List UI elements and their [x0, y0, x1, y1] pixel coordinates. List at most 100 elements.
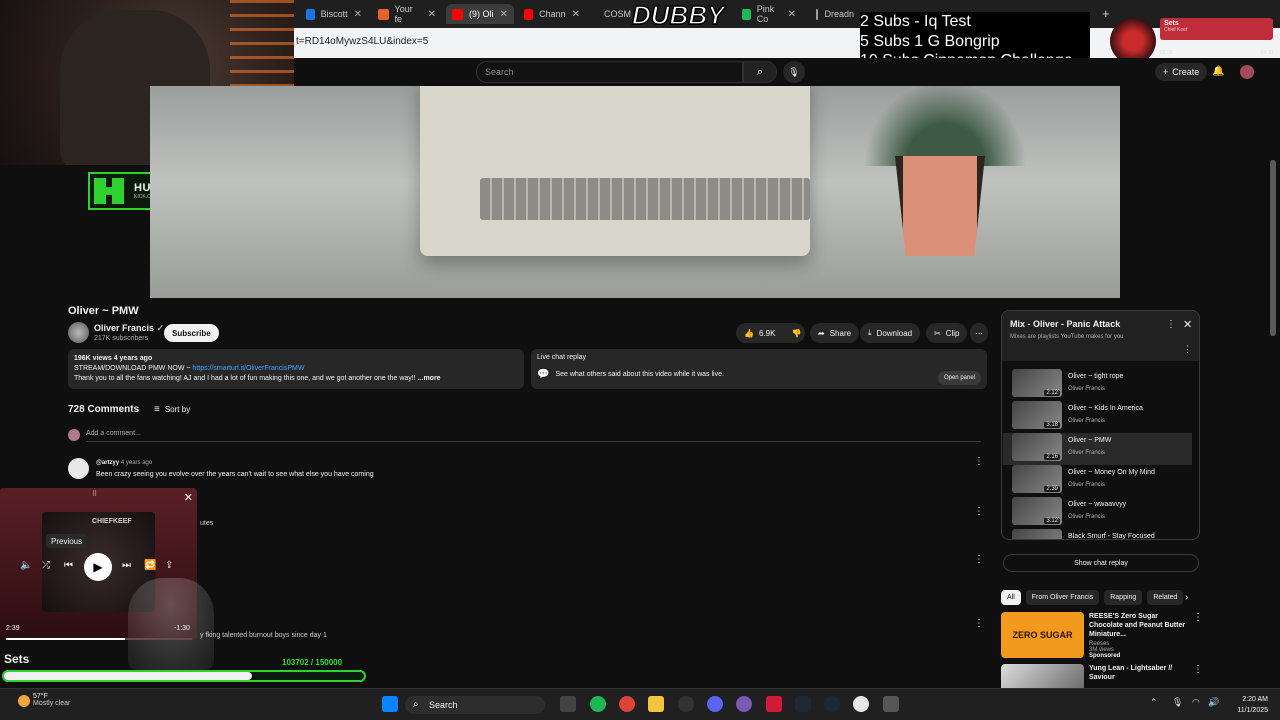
taskview-icon[interactable]	[560, 696, 576, 712]
close-icon[interactable]: ✕	[354, 9, 362, 20]
share-icon[interactable]: ⇪	[165, 560, 173, 571]
thumbs-up-icon[interactable]: 👍	[744, 329, 754, 338]
app-icon[interactable]	[795, 696, 811, 712]
wifi-icon[interactable]: ◠	[1192, 697, 1200, 708]
tab-cosm[interactable]: COSM	[592, 4, 632, 24]
page-scrollbar[interactable]	[1270, 160, 1276, 336]
notification-bell-icon[interactable]: 🔔	[1212, 66, 1224, 77]
itunes-icon[interactable]	[853, 696, 869, 712]
play-button[interactable]: ▶	[84, 553, 112, 581]
download-button[interactable]: ⤓ Download	[860, 323, 921, 343]
windows-start-icon[interactable]	[382, 696, 398, 712]
share-button[interactable]: ➦ Share	[810, 323, 860, 343]
weather-widget[interactable]: 57°F Mostly clear	[16, 693, 70, 707]
playlist-item[interactable]: 3:18 Oliver ~ Kids In America Oliver Franc…	[1012, 401, 1192, 433]
playlist-item-current[interactable]: 2:16 Oliver ~ PMW Oliver Francis	[1003, 433, 1192, 465]
like-dislike-pill[interactable]: 👍 6.9K 👎	[736, 323, 805, 343]
comment-menu-icon[interactable]: ⋮	[974, 618, 984, 629]
chip-all[interactable]: All	[1001, 590, 1021, 605]
obs-icon[interactable]	[678, 696, 694, 712]
desc-link[interactable]: https://smarturl.it/OliverFrancisPMW	[192, 365, 304, 372]
next-icon[interactable]: ⏭	[122, 560, 131, 571]
drag-handle-icon[interactable]: ⠿	[92, 490, 97, 498]
search-icon: ⌕	[756, 65, 764, 78]
taskbar-search[interactable]: ⌕ Search	[405, 696, 545, 714]
repeat-icon[interactable]: 🔁	[144, 560, 156, 571]
file-explorer-icon[interactable]	[648, 696, 664, 712]
app-icon[interactable]	[883, 696, 899, 712]
search-icon: ⌕	[413, 699, 419, 710]
avatar[interactable]	[1240, 65, 1254, 79]
close-icon[interactable]: ✕	[572, 9, 580, 20]
playback-progress[interactable]	[6, 638, 192, 640]
add-comment-input[interactable]: Add a comment...	[86, 430, 981, 442]
previous-icon[interactable]: ⏮	[64, 560, 73, 571]
playlist-item[interactable]: 2:39 Oliver ~ Money On My Mind Oliver Fran…	[1012, 465, 1192, 497]
comment-menu-icon[interactable]: ⋮	[974, 506, 984, 517]
channel-avatar[interactable]	[68, 322, 89, 343]
close-icon[interactable]: ✕	[788, 9, 796, 20]
chip-related[interactable]: Related	[1147, 590, 1184, 605]
video-title: Oliver ~ PMW	[68, 305, 139, 317]
like-count: 6.9K	[758, 328, 776, 338]
comment-author[interactable]: @artzyy 4 years ago	[96, 460, 152, 466]
app-icon[interactable]	[736, 696, 752, 712]
description-box[interactable]: 196K views 4 years ago STREAM/DOWNLOAD P…	[68, 349, 524, 389]
recommended-video[interactable]: Yung Lean - Lightsaber // Saviour ⋮	[1001, 664, 1200, 688]
close-icon[interactable]: ✕	[500, 9, 508, 20]
speaker-icon[interactable]: 🔊	[1208, 697, 1219, 708]
tab-youtube-active[interactable]: (9) Oli ✕	[446, 4, 514, 24]
search-input[interactable]: Search	[476, 61, 743, 83]
playlist-item[interactable]: Black Smurf - Stay Focused	[1012, 529, 1192, 539]
rec-menu-icon[interactable]: ⋮	[1193, 612, 1203, 623]
open-panel-button[interactable]: Open panel	[937, 371, 981, 385]
chip-from-channel[interactable]: From Oliver Francis	[1025, 590, 1100, 605]
spotify-icon[interactable]	[590, 696, 606, 712]
playlist-options-icon[interactable]: ⋮	[1183, 344, 1192, 355]
close-icon[interactable]: ✕	[184, 491, 193, 504]
clip-button[interactable]: ✂ Clip	[926, 323, 968, 343]
playlist-item[interactable]: 2:12 Oliver ~ tight rope Oliver Francis	[1012, 369, 1192, 401]
tab-label: Dreadn	[824, 9, 854, 19]
shuffle-icon[interactable]: ⤮	[42, 560, 50, 571]
chrome-icon[interactable]	[619, 696, 635, 712]
volume-icon[interactable]: 🔈	[20, 560, 32, 571]
create-button[interactable]: + Create	[1155, 63, 1208, 81]
video-player[interactable]	[150, 86, 1120, 298]
thumbs-down-icon[interactable]: 👎	[791, 329, 801, 338]
tab-your-feed[interactable]: Your fe ✕	[372, 4, 442, 24]
sort-by-button[interactable]: ≡ Sort by	[154, 404, 190, 415]
chip-rapping[interactable]: Rapping	[1104, 590, 1143, 605]
mic-icon[interactable]: 🎙	[1172, 697, 1183, 708]
show-chat-replay-button[interactable]: Show chat replay	[1003, 554, 1199, 572]
close-icon[interactable]: ✕	[428, 9, 436, 20]
discord-icon[interactable]	[707, 696, 723, 712]
comment-avatar[interactable]	[68, 458, 89, 479]
chevron-right-icon[interactable]: ›	[1185, 592, 1188, 603]
rec-menu-icon[interactable]: ⋮	[1193, 664, 1200, 675]
h-logo-icon	[94, 178, 124, 204]
mix-menu-icon[interactable]: ⋮	[1166, 319, 1176, 330]
recommended-video[interactable]: ZERO SUGAR REESE'S Zero Sugar Chocolate …	[1001, 612, 1203, 659]
new-tab-icon[interactable]: +	[1102, 6, 1110, 21]
close-icon[interactable]: ✕	[1183, 318, 1192, 331]
comment-menu-icon[interactable]: ⋮	[974, 456, 984, 467]
subscribe-button[interactable]: Subscribe	[164, 324, 219, 342]
chevron-up-icon[interactable]: ⌃	[1150, 697, 1158, 708]
system-clock[interactable]: 2:20 AM 11/1/2025	[1223, 694, 1268, 716]
tab-biscott[interactable]: Biscott ✕	[300, 4, 368, 24]
app-icon[interactable]	[766, 696, 782, 712]
steam-icon[interactable]	[824, 696, 840, 712]
taskbar	[0, 688, 1280, 720]
more-actions-button[interactable]: ⋯	[970, 323, 988, 343]
mic-button[interactable]: 🎙	[783, 61, 805, 83]
channel-name[interactable]: Oliver Francis ✓	[94, 323, 164, 334]
tab-channel[interactable]: Chann ✕	[518, 4, 586, 24]
tab-pink[interactable]: Pink Co ✕	[736, 4, 802, 24]
search-button[interactable]: ⌕	[743, 61, 777, 83]
tab-dreadn[interactable]: Dreadn	[810, 4, 860, 24]
more-link[interactable]: ...more	[418, 375, 441, 382]
playlist-item[interactable]: 3:12 Oliver ~ wwaavvyy Oliver Francis	[1012, 497, 1192, 529]
comment-menu-icon[interactable]: ⋮	[974, 554, 984, 565]
keyboard-prop	[480, 178, 810, 220]
